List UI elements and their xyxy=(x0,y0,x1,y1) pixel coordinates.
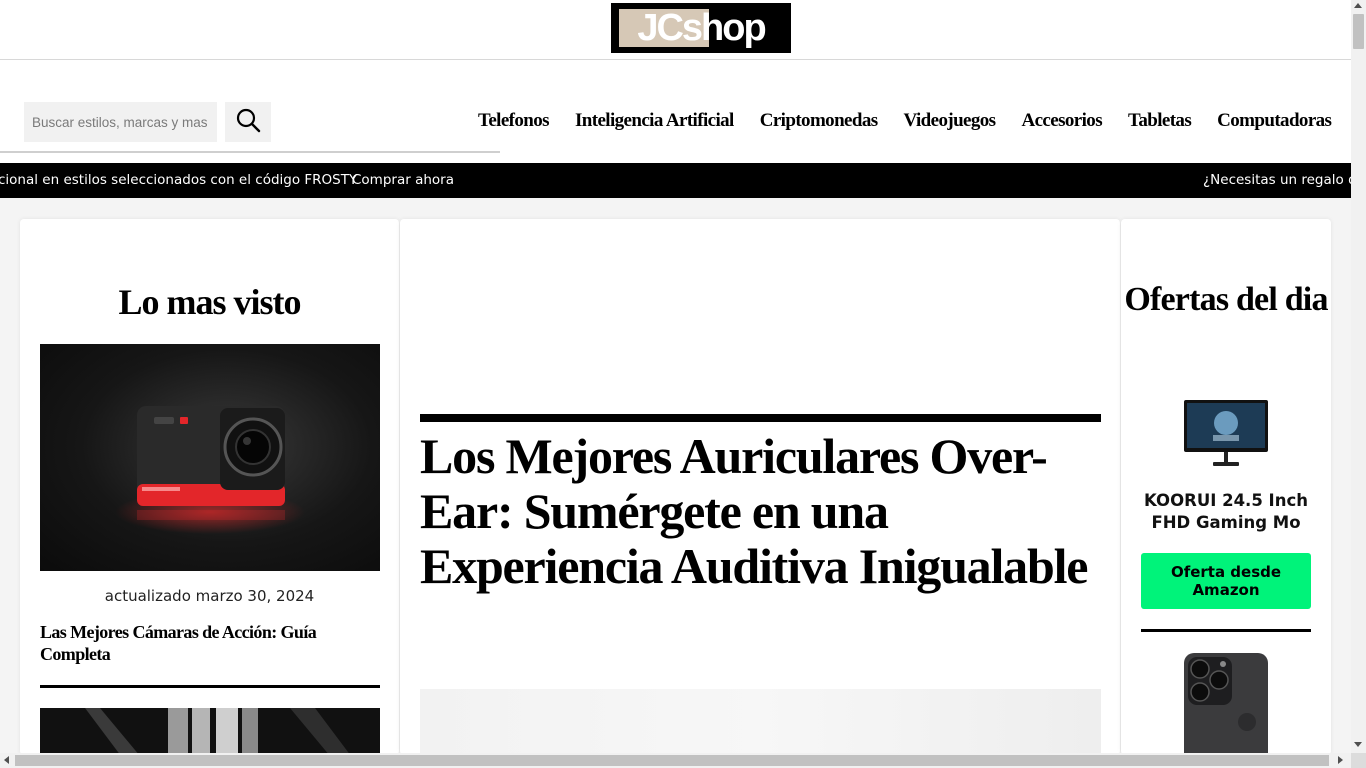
nav-item-tabletas[interactable]: Tabletas xyxy=(1128,110,1192,136)
promo-marquee: cional en estilos seleccionados con el c… xyxy=(0,163,1351,198)
nav-item-computadoras[interactable]: Computadoras xyxy=(1217,110,1332,136)
site-logo[interactable]: JCshop xyxy=(611,3,791,53)
deals-title: Ofertas del dia xyxy=(1124,281,1328,318)
search-input[interactable] xyxy=(24,102,217,142)
nav-item-inteligencia-artificial[interactable]: Inteligencia Artificial xyxy=(575,110,734,136)
search-underline xyxy=(0,151,500,153)
section-divider xyxy=(40,685,380,688)
nav-item-criptomonedas[interactable]: Criptomonedas xyxy=(760,110,878,136)
action-camera-image[interactable] xyxy=(40,344,380,571)
most-viewed-panel: Lo mas visto actualizado marzo 30, 2024 … xyxy=(20,219,399,755)
nav-item-telefonos[interactable]: Telefonos xyxy=(478,110,550,136)
amazon-deal-button[interactable]: Oferta desde Amazon xyxy=(1141,553,1311,609)
search-button[interactable] xyxy=(225,102,271,142)
deals-panel: Ofertas del dia KOORUI 24.5 Inch FHD Gam… xyxy=(1121,219,1331,755)
scrollbar-corner xyxy=(1351,753,1366,768)
promo-link[interactable]: Comprar ahora xyxy=(352,172,454,188)
most-viewed-article-link[interactable]: Las Mejores Cámaras de Acción: Guía Comp… xyxy=(40,621,380,665)
article-hero-image xyxy=(420,689,1101,755)
scroll-up-arrow-icon[interactable] xyxy=(1354,3,1362,8)
product-name[interactable]: KOORUI 24.5 Inch FHD Gaming Mo xyxy=(1131,490,1321,534)
nav-item-videojuegos[interactable]: Videojuegos xyxy=(904,110,997,136)
promo-text-2: ¿Necesitas un regalo de xyxy=(1203,172,1351,188)
most-viewed-title: Lo mas visto xyxy=(118,282,301,322)
vertical-scrollbar[interactable] xyxy=(1351,0,1366,768)
article-title: Los Mejores Auriculares Over-Ear: Sumérg… xyxy=(420,428,1088,594)
scroll-left-arrow-icon[interactable] xyxy=(4,756,9,764)
search-icon xyxy=(235,107,261,137)
promo-text: cional en estilos seleccionados con el c… xyxy=(0,172,358,188)
nav-item-accesorios[interactable]: Accesorios xyxy=(1021,110,1102,136)
vertical-scroll-thumb[interactable] xyxy=(1353,14,1364,49)
horizontal-scrollbar[interactable] xyxy=(0,753,1351,768)
logo-bar: JCshop xyxy=(0,0,1351,60)
phone-product-image[interactable] xyxy=(1183,652,1269,755)
article-panel: Los Mejores Auriculares Over-Ear: Sumérg… xyxy=(400,219,1120,755)
main-nav: Telefonos Inteligencia Artificial Cripto… xyxy=(465,110,1344,136)
scroll-right-arrow-icon[interactable] xyxy=(1338,756,1343,764)
article-date: actualizado marzo 30, 2024 xyxy=(104,587,315,605)
deals-divider xyxy=(1141,629,1311,632)
film-strip-image[interactable] xyxy=(40,708,380,755)
horizontal-scroll-thumb[interactable] xyxy=(15,755,1329,766)
scroll-down-arrow-icon[interactable] xyxy=(1354,742,1362,747)
article-top-rule xyxy=(420,414,1101,422)
logo-text: JCshop xyxy=(637,6,766,49)
monitor-product-image[interactable] xyxy=(1183,399,1269,467)
